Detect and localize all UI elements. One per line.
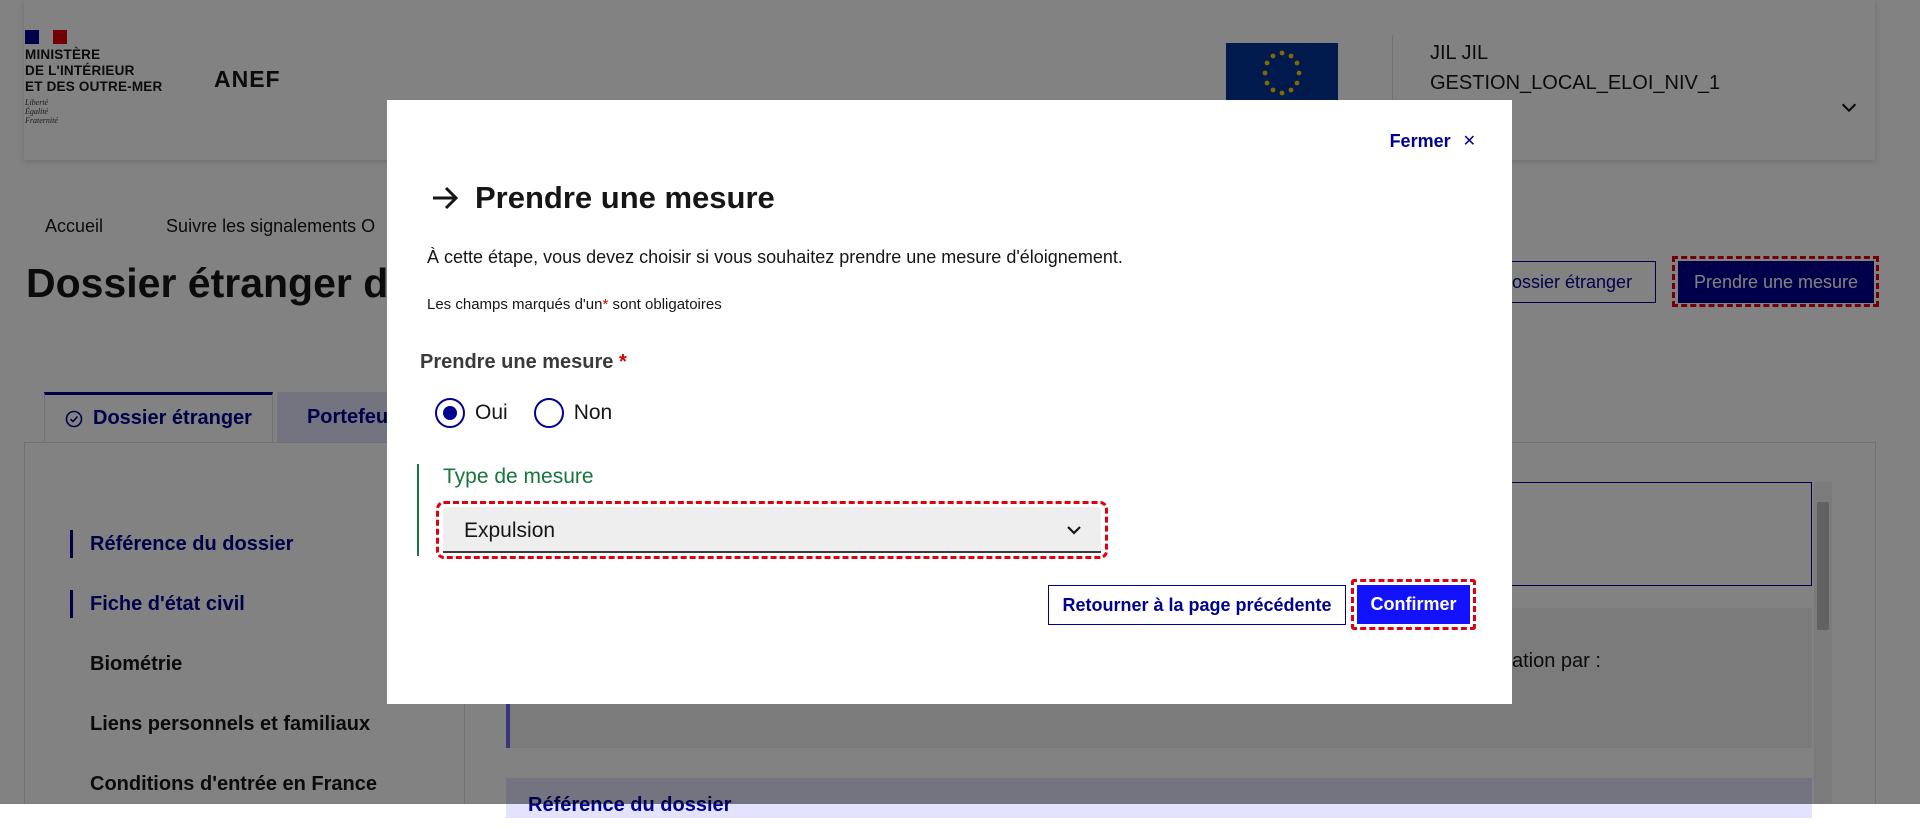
select-value: Expulsion (464, 519, 556, 542)
required-note-suffix: sont obligatoires (612, 296, 722, 313)
radio-label-non[interactable]: Non (574, 401, 613, 425)
type-mesure-label: Type de mesure (443, 465, 594, 488)
legend-text: Prendre une mesure (420, 351, 614, 373)
arrow-right-icon (433, 186, 459, 210)
required-note-prefix: Les champs marqués d'un (427, 296, 603, 313)
prendre-mesure-legend: Prendre une mesure * (420, 351, 627, 374)
chevron-down-icon (1067, 526, 1081, 535)
type-mesure-field: Type de mesure Expulsion (417, 464, 1137, 559)
type-mesure-select[interactable]: Expulsion (443, 507, 1101, 553)
close-label: Fermer (1389, 130, 1451, 151)
radio-oui[interactable]: Oui (435, 398, 508, 428)
radio-button-checked[interactable] (435, 398, 465, 428)
close-button[interactable]: Fermer ✕ (1390, 129, 1476, 153)
dialog-title: Prendre une mesure (429, 180, 775, 216)
required-fields-note: Les champs marqués d'un* sont obligatoir… (427, 296, 722, 313)
close-icon: ✕ (1462, 133, 1476, 150)
radio-group: Oui Non (435, 398, 638, 428)
confirm-button[interactable]: Confirmer (1357, 585, 1470, 624)
required-asterisk: * (618, 351, 627, 373)
dialog-title-text: Prendre une mesure (475, 180, 775, 215)
back-button[interactable]: Retourner à la page précédente (1048, 585, 1346, 625)
dialog-description: À cette étape, vous devez choisir si vou… (427, 247, 1123, 267)
radio-non[interactable]: Non (533, 398, 613, 428)
prendre-mesure-dialog: Fermer ✕ Prendre une mesure À cette étap… (387, 100, 1512, 704)
radio-button-unchecked[interactable] (533, 398, 564, 428)
radio-label-oui[interactable]: Oui (475, 401, 508, 425)
required-asterisk: * (602, 296, 609, 313)
